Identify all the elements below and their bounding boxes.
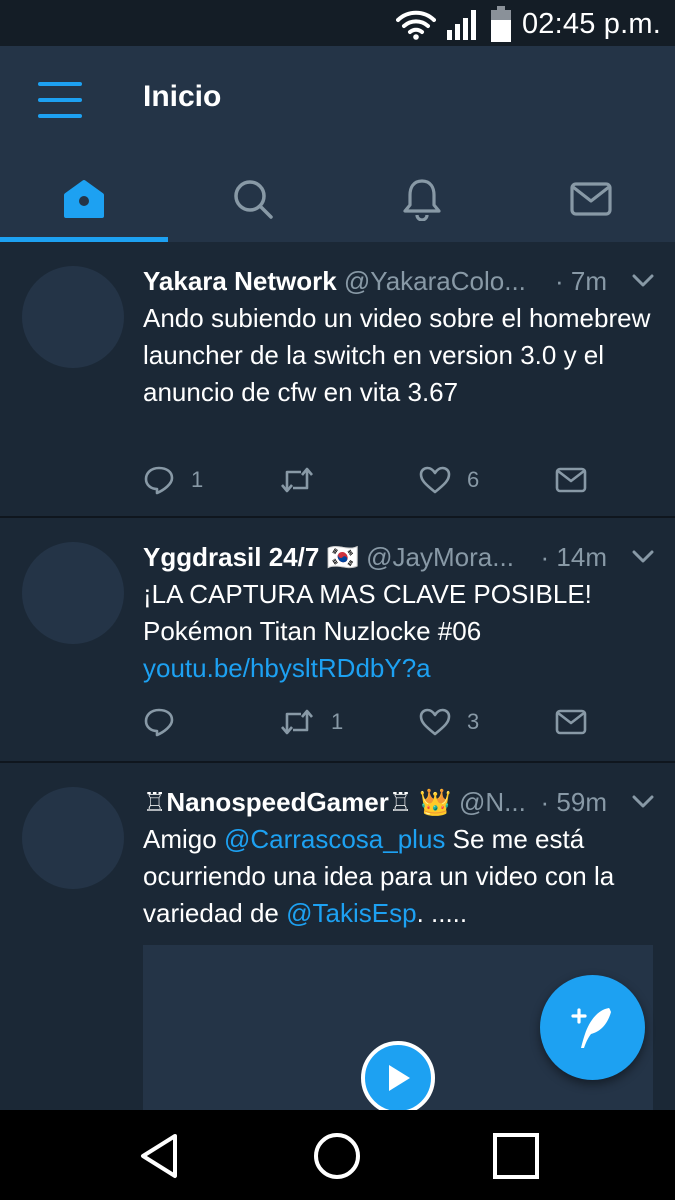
- tweet-header: ♖NanospeedGamer♖ 👑 @N... · 59m: [143, 785, 613, 819]
- play-button[interactable]: [361, 1041, 435, 1115]
- app-header: Inicio: [0, 46, 675, 242]
- tweet-timestamp: · 7m: [549, 264, 607, 298]
- retweet-icon: [281, 709, 313, 735]
- tweet-author-name[interactable]: ♖NanospeedGamer♖: [143, 787, 412, 817]
- chevron-down-icon[interactable]: [632, 274, 654, 288]
- tweet-text-part: ¡LA CAPTURA MAS CLAVE POSIBLE! Pokémon T…: [143, 579, 592, 646]
- tab-search[interactable]: [169, 156, 338, 242]
- compose-feather-icon: [570, 1007, 611, 1048]
- mention-link[interactable]: @Carrascosa_plus: [224, 824, 445, 854]
- tweet-author-name[interactable]: Yggdrasil 24/7: [143, 542, 319, 572]
- like-button[interactable]: 3: [419, 702, 479, 742]
- mail-icon: [555, 467, 587, 493]
- heart-icon: [419, 466, 451, 494]
- tweet-header: Yggdrasil 24/7 🇰🇷 @JayMora... · 14m: [143, 540, 613, 574]
- hamburger-menu-icon[interactable]: [38, 82, 82, 118]
- tweet-text-part: . .....: [416, 898, 468, 928]
- status-icons: 02:45 p.m.: [395, 6, 661, 42]
- tweet[interactable]: Yggdrasil 24/7 🇰🇷 @JayMora... · 14m ¡LA …: [0, 518, 675, 763]
- mail-icon: [570, 182, 612, 216]
- search-icon: [234, 180, 273, 219]
- page-title: Inicio: [143, 80, 222, 113]
- mention-link[interactable]: @TakisEsp: [286, 898, 416, 928]
- chevron-down-icon[interactable]: [632, 795, 654, 809]
- wifi-icon: [395, 10, 436, 40]
- heart-icon: [419, 708, 451, 736]
- tab-notifications[interactable]: [338, 156, 507, 242]
- tab-bar: [0, 156, 675, 242]
- avatar[interactable]: [22, 542, 124, 644]
- tweet-actions: 1 6: [143, 460, 623, 500]
- back-triangle-icon: [141, 1134, 177, 1178]
- tweet-text: ¡LA CAPTURA MAS CLAVE POSIBLE! Pokémon T…: [143, 576, 653, 687]
- reply-button[interactable]: 1: [143, 460, 203, 500]
- tweet-actions: 1 3: [143, 702, 623, 742]
- avatar[interactable]: [22, 787, 124, 889]
- mail-icon: [555, 709, 587, 735]
- battery-icon: [490, 6, 511, 42]
- tweet-header: Yakara Network @YakaraColo... · 7m: [143, 264, 613, 298]
- tweet-text: Ando subiendo un video sobre el homebrew…: [143, 303, 651, 407]
- home-circle-icon: [314, 1133, 360, 1179]
- reply-icon: [144, 708, 174, 737]
- retweet-button[interactable]: [279, 460, 331, 500]
- tweet-author-handle[interactable]: @JayMora...: [366, 542, 514, 572]
- bell-icon: [403, 179, 441, 221]
- play-icon: [389, 1065, 410, 1091]
- compose-tweet-button[interactable]: [540, 975, 645, 1080]
- tab-messages[interactable]: [506, 156, 675, 242]
- reply-button[interactable]: [143, 702, 191, 742]
- status-time: 02:45 p.m.: [521, 7, 661, 40]
- tweet-author-handle[interactable]: @YakaraColo...: [344, 266, 526, 296]
- tweet-text-part: Amigo: [143, 824, 217, 854]
- home-icon: [64, 180, 105, 218]
- tweet-timestamp: · 14m: [534, 540, 607, 574]
- flag-emoji: 🇰🇷: [326, 542, 359, 572]
- crown-emoji: 👑: [419, 787, 452, 817]
- tweet-link[interactable]: youtu.be/hbysltRDdbY?a: [143, 653, 431, 683]
- retweet-icon: [281, 467, 313, 493]
- tweet-author-handle[interactable]: @N...: [459, 787, 526, 817]
- recents-square-icon: [493, 1133, 539, 1179]
- like-count: 3: [467, 709, 480, 734]
- tweet-author-name[interactable]: Yakara Network: [143, 266, 337, 296]
- direct-message-button[interactable]: [555, 702, 587, 742]
- chevron-down-icon[interactable]: [632, 550, 654, 564]
- avatar[interactable]: [22, 266, 124, 368]
- tab-home[interactable]: [0, 156, 169, 242]
- tweet-text: Amigo @Carrascosa_plus Se me está ocurri…: [143, 821, 653, 932]
- back-button[interactable]: [131, 1130, 187, 1182]
- signal-icon: [446, 10, 476, 40]
- recents-button[interactable]: [488, 1130, 544, 1182]
- like-count: 6: [467, 467, 480, 492]
- reply-count: 1: [191, 467, 204, 492]
- status-bar: 02:45 p.m.: [0, 0, 675, 46]
- twitter-home-screen: 02:45 p.m. Inicio Yakara Network @Yakara…: [0, 0, 675, 1200]
- direct-message-button[interactable]: [555, 460, 587, 500]
- tweet-timestamp: · 59m: [534, 785, 607, 819]
- retweet-count: 1: [331, 709, 344, 734]
- system-nav-bar: [0, 1110, 675, 1200]
- reply-icon: [144, 466, 174, 495]
- home-button[interactable]: [309, 1130, 365, 1182]
- tweet[interactable]: Yakara Network @YakaraColo... · 7m Ando …: [0, 242, 675, 518]
- retweet-button[interactable]: 1: [279, 702, 343, 742]
- like-button[interactable]: 6: [419, 460, 479, 500]
